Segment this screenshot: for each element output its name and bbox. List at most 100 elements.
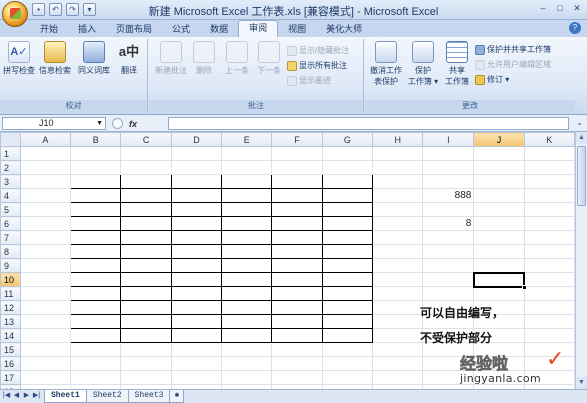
cell-d10[interactable] [170,272,223,287]
cell-d16[interactable] [170,356,223,371]
cell-e5[interactable] [221,202,273,217]
cell-f4[interactable] [271,188,323,203]
cell-a9[interactable] [19,258,72,273]
tab-data[interactable]: 数据 [200,22,238,37]
cell-b5[interactable] [70,202,122,217]
cell-d9[interactable] [170,258,223,273]
cell-f17[interactable] [271,370,323,385]
cell-e1[interactable] [221,146,273,161]
cell-a14[interactable] [19,328,72,343]
row-header-2[interactable]: 2 [0,160,21,175]
cell-e15[interactable] [221,342,273,357]
cell-h17[interactable] [372,370,424,385]
show-all-comments-button[interactable]: 显示所有批注 [287,60,347,71]
cell-f5[interactable] [271,202,323,217]
cell-f1[interactable] [271,146,323,161]
cell-a7[interactable] [19,230,72,245]
cell-d11[interactable] [170,286,223,301]
cell-a12[interactable] [19,300,72,315]
cell-c3[interactable] [120,174,172,189]
show-ink-button[interactable]: 显示墨迹 [287,75,331,86]
delete-comment-button[interactable]: 删除 [193,41,215,76]
cell-i3[interactable] [422,174,475,189]
cell-i9[interactable] [422,258,475,273]
cell-g7[interactable] [321,230,374,245]
cell-a3[interactable] [19,174,72,189]
cell-h1[interactable] [372,146,424,161]
scroll-up-icon[interactable]: ▲ [576,132,587,144]
prev-sheet-icon[interactable]: ◀ [12,391,21,399]
cell-i10[interactable] [422,272,475,287]
cell-c2[interactable] [120,160,172,175]
cell-a2[interactable] [19,160,72,175]
cell-h6[interactable] [372,216,424,231]
cell-g6[interactable] [321,216,374,231]
cell-i6[interactable]: 8 [422,216,475,231]
previous-comment-button[interactable]: 上一条 [221,41,253,76]
cell-f14[interactable] [271,328,323,343]
cell-d15[interactable] [170,342,223,357]
cell-h7[interactable] [372,230,424,245]
row-header-17[interactable]: 17 [0,370,21,385]
cell-g1[interactable] [321,146,374,161]
name-box-dropdown-icon[interactable]: ▼ [96,118,103,129]
cell-f12[interactable] [271,300,323,315]
cell-f2[interactable] [271,160,323,175]
cell-c8[interactable] [120,244,172,259]
cell-b15[interactable] [70,342,122,357]
cell-f11[interactable] [271,286,323,301]
cell-e16[interactable] [221,356,273,371]
cell-b13[interactable] [70,314,122,329]
office-button[interactable] [2,1,28,27]
cell-i17[interactable] [422,370,475,385]
research-button[interactable]: 信息检索 [38,41,72,76]
tab-home[interactable]: 开始 [30,22,68,37]
cell-b7[interactable] [70,230,122,245]
sheet-tab-sheet1[interactable]: Sheet1 [44,390,87,403]
cell-k7[interactable] [523,230,575,245]
cell-h5[interactable] [372,202,424,217]
cell-i4[interactable]: 888 [422,188,475,203]
cell-i7[interactable] [422,230,475,245]
cell-i2[interactable] [422,160,475,175]
show-hide-comment-button[interactable]: 显示/隐藏批注 [287,45,349,56]
cell-g13[interactable] [321,314,374,329]
cell-c15[interactable] [120,342,172,357]
column-header-g[interactable]: G [321,132,374,147]
cell-e3[interactable] [221,174,273,189]
cell-g8[interactable] [321,244,374,259]
row-header-15[interactable]: 15 [0,342,21,357]
tab-beautify[interactable]: 美化大师 [316,22,372,37]
cell-c5[interactable] [120,202,172,217]
row-header-7[interactable]: 7 [0,230,21,245]
cell-g17[interactable] [321,370,374,385]
cell-d13[interactable] [170,314,223,329]
next-comment-button[interactable]: 下一条 [253,41,285,76]
cell-b14[interactable] [70,328,122,343]
cell-c4[interactable] [120,188,172,203]
cell-g10[interactable] [321,272,374,287]
column-header-d[interactable]: D [170,132,223,147]
sheet-tab-sheet3[interactable]: Sheet3 [127,390,171,403]
cell-j9[interactable] [473,258,525,273]
column-header-i[interactable]: I [422,132,475,147]
cell-e4[interactable] [221,188,273,203]
cell-c14[interactable] [120,328,172,343]
cell-b3[interactable] [70,174,122,189]
cell-h15[interactable] [372,342,424,357]
cell-i8[interactable] [422,244,475,259]
tab-formulas[interactable]: 公式 [162,22,200,37]
column-header-c[interactable]: C [120,132,172,147]
cell-g12[interactable] [321,300,374,315]
row-header-6[interactable]: 6 [0,216,21,231]
scroll-down-icon[interactable]: ▼ [576,377,587,389]
cell-f3[interactable] [271,174,323,189]
cell-b4[interactable] [70,188,122,203]
cell-c1[interactable] [120,146,172,161]
cell-d17[interactable] [170,370,223,385]
column-header-b[interactable]: B [70,132,122,147]
cell-j4[interactable] [473,188,525,203]
column-header-h[interactable]: H [372,132,424,147]
cell-e13[interactable] [221,314,273,329]
cell-e7[interactable] [221,230,273,245]
